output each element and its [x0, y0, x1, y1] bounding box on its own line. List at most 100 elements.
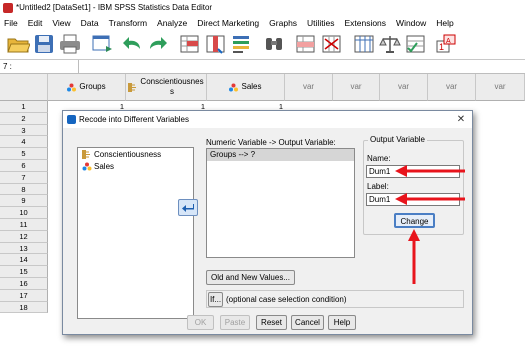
row-header[interactable]: 10	[0, 207, 48, 219]
window-title: *Untitled2 [DataSet1] - IBM SPSS Statist…	[16, 3, 213, 12]
source-variable-list[interactable]: Conscientiousness Sales	[77, 147, 194, 319]
cell-reference: 7 :	[3, 62, 12, 71]
menu-graphs[interactable]: Graphs	[265, 16, 303, 30]
row-header[interactable]: 11	[0, 219, 48, 231]
arrow-left-icon	[182, 203, 194, 212]
list-item[interactable]: Groups --> ?	[207, 149, 354, 161]
row-header[interactable]: 18	[0, 301, 48, 314]
row-header[interactable]: 6	[0, 160, 48, 172]
mapping-list[interactable]: Groups --> ?	[206, 148, 355, 258]
scale-variable-icon	[82, 150, 90, 159]
list-item[interactable]: Conscientiousness	[78, 149, 193, 160]
dialog-title-bar: Recode into Different Variables ✕	[63, 111, 472, 128]
find-icon[interactable]	[262, 33, 286, 55]
name-label: Name:	[367, 154, 391, 163]
open-folder-icon[interactable]	[6, 33, 30, 55]
change-button[interactable]: Change	[394, 213, 435, 228]
row-header[interactable]: 4	[0, 136, 48, 149]
save-icon[interactable]	[32, 33, 56, 55]
goto-variable-icon[interactable]	[204, 33, 228, 55]
name-field[interactable]: Dum1	[366, 165, 460, 178]
row-header[interactable]: 13	[0, 242, 48, 255]
help-button[interactable]: Help	[328, 315, 356, 330]
column-header-label: Groups	[79, 82, 106, 91]
undo-icon[interactable]	[120, 33, 144, 55]
row-header[interactable]: 5	[0, 148, 48, 160]
column-header-label: Sales	[241, 82, 262, 91]
row-header[interactable]: 17	[0, 289, 48, 302]
reset-button[interactable]: Reset	[256, 315, 287, 330]
row-header[interactable]: 8	[0, 183, 48, 196]
column-header-sales[interactable]: Sales	[207, 74, 285, 101]
spss-app-icon	[3, 3, 13, 13]
paste-button[interactable]: Paste	[220, 315, 250, 330]
cancel-button[interactable]: Cancel	[291, 315, 324, 330]
insert-variable-icon[interactable]	[320, 33, 344, 55]
dialog-title: Recode into Different Variables	[79, 115, 189, 124]
redo-icon[interactable]	[146, 33, 170, 55]
dialog-recall-icon[interactable]	[90, 33, 114, 55]
if-button[interactable]: If...	[208, 292, 223, 307]
menu-file[interactable]: File	[0, 16, 24, 30]
toolbar: 1A	[0, 30, 525, 60]
svg-text:1: 1	[439, 42, 444, 52]
list-item-label: Conscientiousness	[94, 150, 162, 159]
menu-data[interactable]: Data	[77, 16, 105, 30]
weight-cases-icon[interactable]	[378, 33, 402, 55]
menu-utilities[interactable]: Utilities	[303, 16, 340, 30]
menu-direct-marketing[interactable]: Direct Marketing	[193, 16, 265, 30]
list-item-label: Sales	[94, 162, 115, 171]
close-icon[interactable]: ✕	[454, 113, 468, 126]
grid-corner	[0, 74, 48, 101]
mapping-label: Numeric Variable -> Output Variable:	[206, 138, 336, 147]
nominal-variable-icon	[67, 83, 77, 91]
value-labels-icon[interactable]: 1A	[434, 33, 458, 55]
column-header-conscientiousness[interactable]: Conscientiousness	[126, 74, 207, 101]
column-header-var[interactable]: var	[380, 74, 428, 101]
menu-extensions[interactable]: Extensions	[340, 16, 392, 30]
variables-icon[interactable]	[230, 33, 254, 55]
cell-editor-divider	[78, 60, 79, 74]
row-header[interactable]: 7	[0, 171, 48, 184]
row-header[interactable]: 2	[0, 112, 48, 125]
column-header-var[interactable]: var	[428, 74, 476, 101]
print-icon[interactable]	[58, 33, 82, 55]
column-header-var[interactable]: var	[333, 74, 380, 101]
menu-window[interactable]: Window	[392, 16, 432, 30]
group-legend: Output Variable	[368, 135, 427, 144]
column-header-var[interactable]: var	[476, 74, 525, 101]
split-file-icon[interactable]	[352, 33, 376, 55]
title-bar: *Untitled2 [DataSet1] - IBM SPSS Statist…	[0, 0, 525, 16]
menu-help[interactable]: Help	[432, 16, 459, 30]
column-header-groups[interactable]: Groups	[48, 74, 126, 101]
menu-analyze[interactable]: Analyze	[153, 16, 193, 30]
menu-transform[interactable]: Transform	[105, 16, 153, 30]
column-header-var[interactable]: var	[285, 74, 333, 101]
row-header[interactable]: 12	[0, 230, 48, 243]
label-label: Label:	[367, 182, 389, 191]
nominal-variable-icon	[229, 83, 239, 91]
goto-case-icon[interactable]	[178, 33, 202, 55]
row-header[interactable]: 9	[0, 195, 48, 208]
row-header[interactable]: 1	[0, 101, 48, 113]
menu-view[interactable]: View	[48, 16, 76, 30]
svg-text:A: A	[446, 38, 451, 45]
old-new-values-button[interactable]: Old and New Values...	[206, 270, 295, 285]
insert-cases-icon[interactable]	[294, 33, 318, 55]
label-field[interactable]: Dum1	[366, 193, 460, 206]
select-cases-icon[interactable]	[404, 33, 428, 55]
nominal-variable-icon	[82, 162, 92, 171]
row-header[interactable]: 15	[0, 266, 48, 278]
dialog-app-icon	[67, 115, 76, 124]
ok-button[interactable]: OK	[187, 315, 214, 330]
move-variable-button[interactable]	[178, 199, 198, 216]
row-header[interactable]: 16	[0, 278, 48, 290]
list-item[interactable]: Sales	[78, 161, 193, 172]
menu-edit[interactable]: Edit	[24, 16, 49, 30]
cell-editor-bar: 7 :	[0, 60, 525, 74]
row-header[interactable]: 3	[0, 124, 48, 137]
row-header[interactable]: 14	[0, 254, 48, 267]
recode-dialog: Recode into Different Variables ✕ Consci…	[62, 110, 473, 335]
scale-variable-icon	[128, 82, 136, 92]
if-condition-text: (optional case selection condition)	[226, 295, 347, 304]
